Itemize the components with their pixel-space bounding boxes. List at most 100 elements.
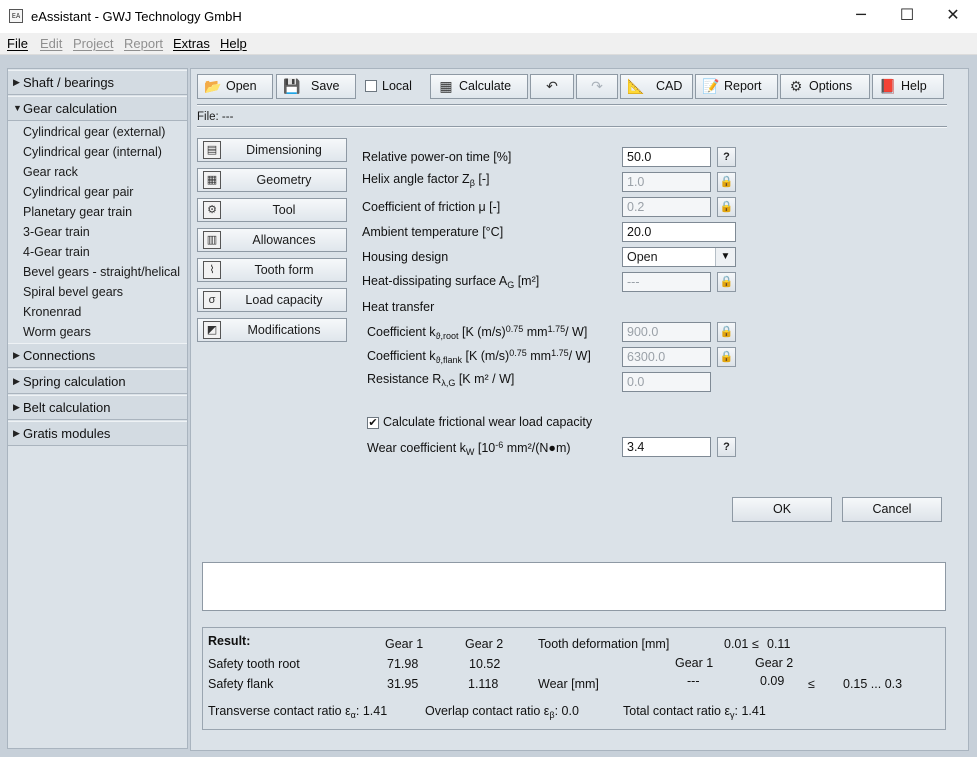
friction-input[interactable]: 0.2 xyxy=(622,197,711,217)
cad-button[interactable]: 📐 CAD xyxy=(620,74,693,99)
file-separator xyxy=(197,126,947,128)
redo-button[interactable]: ↷ xyxy=(576,74,618,99)
wear-coef-input[interactable]: 3.4 xyxy=(622,437,711,457)
ambient-temp-input[interactable]: 20.0 xyxy=(622,222,736,242)
tab-label: Tool xyxy=(272,203,296,217)
t: Resistance R xyxy=(367,372,442,386)
power-on-time-input[interactable]: 50.0 xyxy=(622,147,711,167)
report-button[interactable]: 📝 Report xyxy=(695,74,778,99)
triangle-right-icon: ▶ xyxy=(13,376,20,386)
lock-icon[interactable]: 🔒 xyxy=(717,272,736,292)
label-text: Helix angle factor Z xyxy=(362,172,470,186)
tab-geometry[interactable]: ▦ Geometry xyxy=(197,168,347,192)
menu-edit[interactable]: Edit xyxy=(40,36,62,51)
result-gear2-header: Gear 2 xyxy=(465,637,504,651)
nav-item-spiral-bevel[interactable]: Spiral bevel gears xyxy=(23,285,123,299)
power-on-time-help-button[interactable]: ? xyxy=(717,147,736,167)
coef-flank-input[interactable]: 6300.0 xyxy=(622,347,711,367)
triangle-right-icon: ▶ xyxy=(13,77,20,87)
nav-item-3-gear-train[interactable]: 3-Gear train xyxy=(23,225,90,239)
modifications-icon: ◩ xyxy=(203,321,221,339)
heat-surface-input[interactable]: --- xyxy=(622,272,711,292)
tab-tooth-form[interactable]: ⌇ Tooth form xyxy=(197,258,347,282)
nav-spring-calculation[interactable]: ▶ Spring calculation xyxy=(8,369,187,394)
nav-label: Shaft / bearings xyxy=(23,75,115,90)
nav-item-cylindrical-external[interactable]: Cylindrical gear (external) xyxy=(23,125,165,139)
nav-item-bevel-gears[interactable]: Bevel gears - straight/helical xyxy=(23,265,180,279)
housing-design-select[interactable]: Open ▼ xyxy=(622,247,736,267)
nav-item-kronenrad[interactable]: Kronenrad xyxy=(23,305,81,319)
open-button[interactable]: 📂 Open xyxy=(197,74,273,99)
nav-item-gear-rack[interactable]: Gear rack xyxy=(23,165,78,179)
redo-icon: ↷ xyxy=(591,78,603,94)
heat-transfer-title: Heat transfer xyxy=(362,300,435,314)
lock-icon[interactable]: 🔒 xyxy=(717,172,736,192)
t: / W] xyxy=(565,325,588,339)
resistance-input[interactable]: 0.0 xyxy=(622,372,711,392)
transverse-contact-ratio: Transverse contact ratio εα: 1.41 xyxy=(208,704,387,720)
save-button[interactable]: 💾 Save xyxy=(276,74,356,99)
nav-belt-calculation[interactable]: ▶ Belt calculation xyxy=(8,395,187,420)
label-unit: [m²] xyxy=(514,274,540,288)
cancel-button[interactable]: Cancel xyxy=(842,497,942,522)
local-checkbox[interactable] xyxy=(365,80,377,92)
label-unit: [-] xyxy=(474,172,490,186)
wear-coef-help-button[interactable]: ? xyxy=(717,437,736,457)
wear-limit: 0.15 ... 0.3 xyxy=(843,677,903,691)
nav-item-4-gear-train[interactable]: 4-Gear train xyxy=(23,245,90,259)
help-button[interactable]: 📕 Help xyxy=(872,74,944,99)
menu-report[interactable]: Report xyxy=(124,36,163,51)
tab-dimensioning[interactable]: ▤ Dimensioning xyxy=(197,138,347,162)
t: λ,G xyxy=(441,378,456,388)
results-panel: Result: Gear 1 Gear 2 Tooth deformation … xyxy=(202,627,946,730)
nav-item-cylindrical-internal[interactable]: Cylindrical gear (internal) xyxy=(23,145,162,159)
tab-label: Modifications xyxy=(247,323,321,337)
local-checkbox-wrap[interactable]: Local xyxy=(358,74,428,99)
maximize-icon[interactable]: ☐ xyxy=(884,0,930,32)
nav-label: Belt calculation xyxy=(23,400,111,415)
nav-item-cylindrical-pair[interactable]: Cylindrical gear pair xyxy=(23,185,133,199)
tab-modifications[interactable]: ◩ Modifications xyxy=(197,318,347,342)
nav-gratis-modules[interactable]: ▶ Gratis modules xyxy=(8,421,187,446)
menu-file[interactable]: File xyxy=(7,36,28,51)
tab-allowances[interactable]: ▥ Allowances xyxy=(197,228,347,252)
housing-design-value: Open xyxy=(627,250,658,264)
nav-shaft-bearings[interactable]: ▶ Shaft / bearings xyxy=(8,70,187,95)
nav-connections[interactable]: ▶ Connections xyxy=(8,343,187,368)
coef-root-input[interactable]: 900.0 xyxy=(622,322,711,342)
menu-project[interactable]: Project xyxy=(73,36,113,51)
nav-label: Connections xyxy=(23,348,96,363)
lock-icon[interactable]: 🔒 xyxy=(717,197,736,217)
dimensioning-icon: ▤ xyxy=(203,141,221,159)
nav-gear-calculation[interactable]: ▼ Gear calculation xyxy=(8,96,187,121)
lock-icon[interactable]: 🔒 xyxy=(717,347,736,367)
minimize-icon[interactable]: ─ xyxy=(838,0,884,32)
menu-bar: File Edit Project Report Extras Help xyxy=(0,33,977,55)
window-title: eAssistant - GWJ Technology GmbH xyxy=(31,9,242,24)
folder-open-icon: 📂 xyxy=(204,78,222,94)
t: mm xyxy=(523,325,548,339)
wear-capacity-checkbox[interactable]: ✔ xyxy=(367,417,379,429)
report-label: Report xyxy=(724,79,762,93)
nav-item-worm-gears[interactable]: Worm gears xyxy=(23,325,91,339)
options-button[interactable]: ⚙ Options xyxy=(780,74,870,99)
triangle-right-icon: ▶ xyxy=(13,402,20,412)
tab-load-capacity[interactable]: σ Load capacity xyxy=(197,288,347,312)
t: [K (m/s) xyxy=(458,325,506,339)
menu-extras[interactable]: Extras xyxy=(173,36,210,51)
helix-factor-input[interactable]: 1.0 xyxy=(622,172,711,192)
calculate-button[interactable]: ▦ Calculate xyxy=(430,74,528,99)
close-icon[interactable]: ✕ xyxy=(930,0,976,32)
menu-help[interactable]: Help xyxy=(220,36,247,51)
tab-tool[interactable]: ⚙ Tool xyxy=(197,198,347,222)
nav-label: Gratis modules xyxy=(23,426,111,441)
wear-capacity-label: Calculate frictional wear load capacity xyxy=(383,415,593,429)
label-text: Heat-dissipating surface A xyxy=(362,274,508,288)
ok-button[interactable]: OK xyxy=(732,497,832,522)
undo-button[interactable]: ↶ xyxy=(530,74,574,99)
ambient-temp-label: Ambient temperature [°C] xyxy=(362,225,504,239)
nav-item-planetary[interactable]: Planetary gear train xyxy=(23,205,132,219)
t: 1.75 xyxy=(547,324,566,334)
tab-label: Tooth form xyxy=(254,263,314,277)
lock-icon[interactable]: 🔒 xyxy=(717,322,736,342)
